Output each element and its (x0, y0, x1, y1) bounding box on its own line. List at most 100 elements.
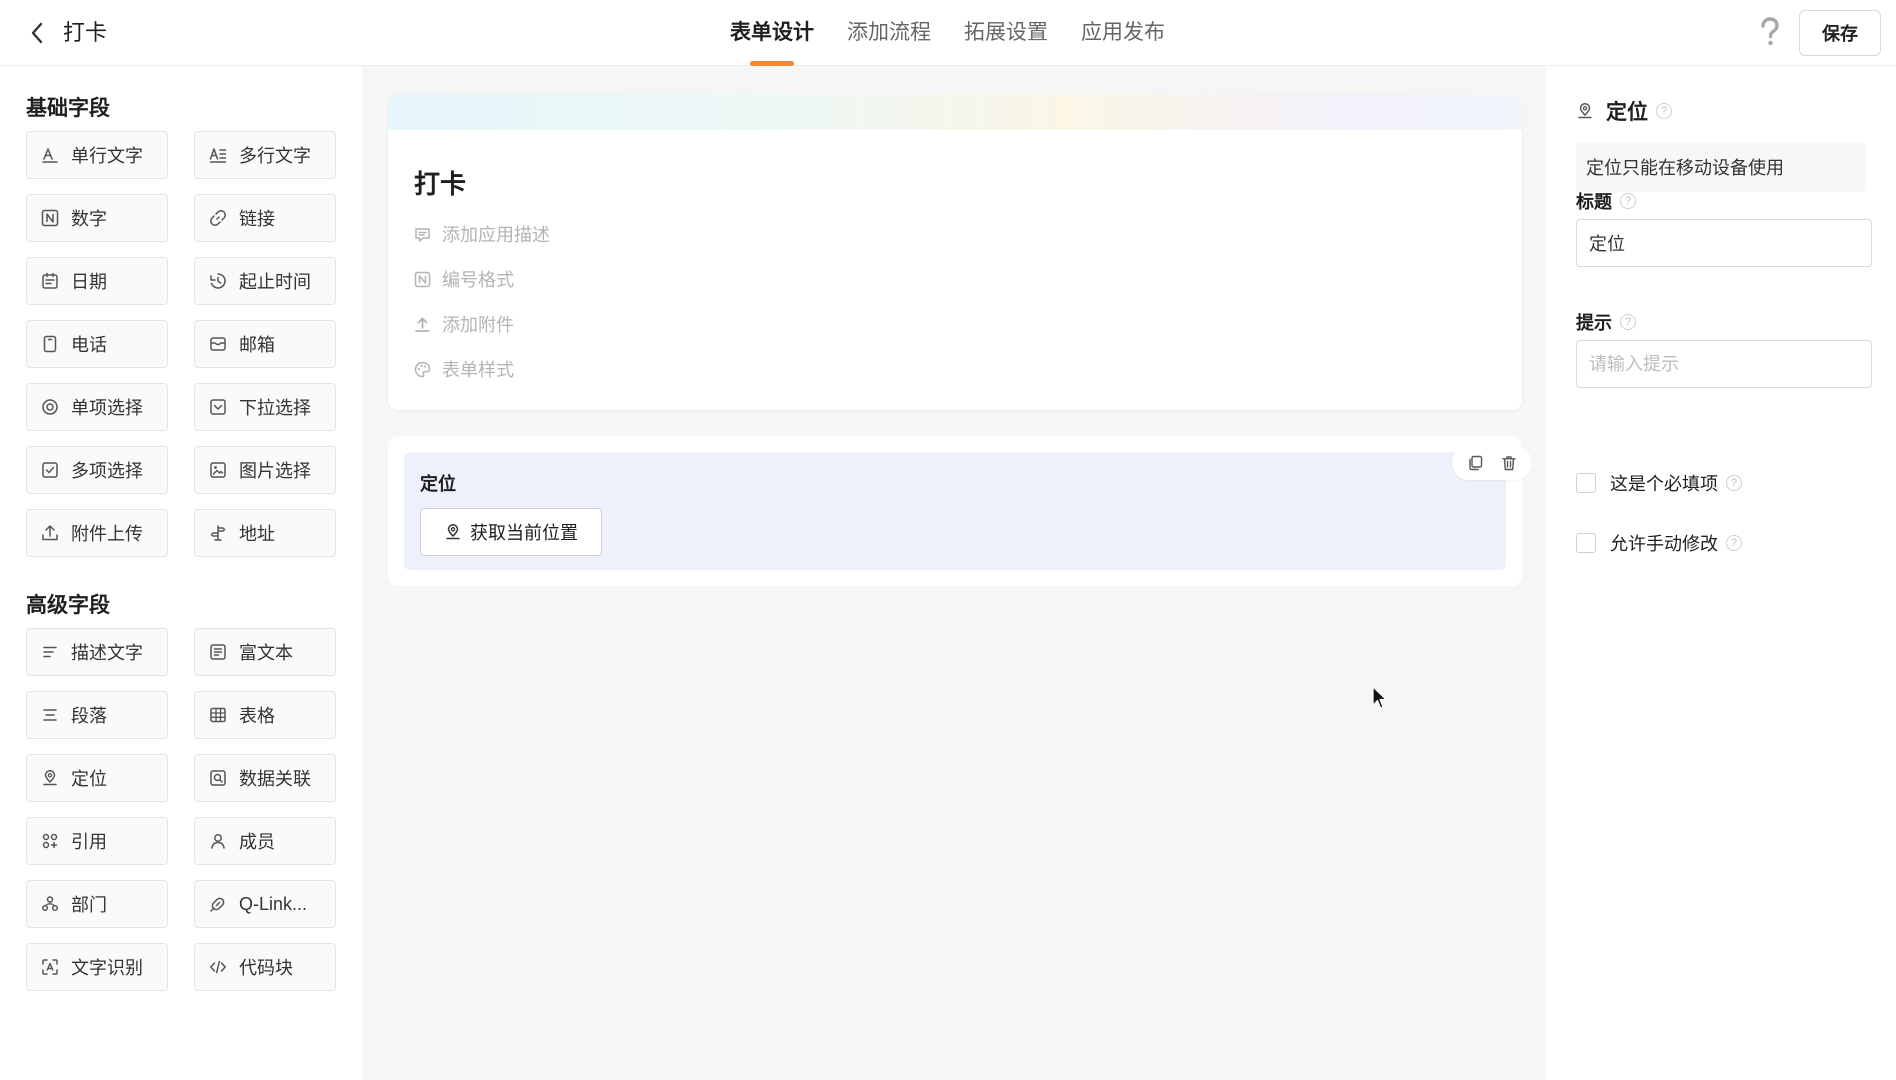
field-link[interactable]: 链接 (194, 194, 336, 242)
hint-input[interactable] (1576, 340, 1872, 388)
tab-publish[interactable]: 应用发布 (1081, 0, 1165, 66)
location-field-label: 定位 (420, 474, 456, 494)
back-arrow-icon[interactable] (22, 18, 52, 48)
required-label: 这是个必填项 (1610, 474, 1718, 494)
field-ocr[interactable]: 文字识别 (26, 943, 168, 991)
field-label: 文字识别 (71, 958, 143, 978)
department-icon (41, 896, 59, 912)
field-label: 多项选择 (71, 461, 143, 481)
field-email[interactable]: 邮箱 (194, 320, 336, 368)
required-checkbox-row[interactable]: 这是个必填项 ? (1576, 470, 1742, 496)
copy-icon[interactable] (1465, 453, 1485, 473)
help-circle-icon[interactable]: ? (1620, 193, 1636, 209)
field-data-link[interactable]: 数据关联 (194, 754, 336, 802)
number-format-link[interactable]: 编号格式 (414, 266, 514, 292)
save-button[interactable]: 保存 (1799, 10, 1881, 56)
dropdown-icon (210, 399, 226, 415)
hint-label: 提示 (1576, 313, 1612, 333)
get-location-label: 获取当前位置 (470, 523, 578, 543)
add-attachment-link[interactable]: 添加附件 (414, 311, 514, 337)
form-banner (388, 94, 1522, 130)
add-description-link[interactable]: 添加应用描述 (414, 221, 550, 247)
form-style-link[interactable]: 表单样式 (414, 356, 514, 382)
field-toolbar (1452, 446, 1532, 480)
description-icon (43, 646, 57, 658)
field-attachment-upload[interactable]: 附件上传 (26, 509, 168, 557)
field-label: 部门 (71, 895, 107, 915)
checkbox-icon (42, 462, 58, 478)
field-label: 引用 (71, 832, 107, 852)
field-label: 起止时间 (239, 272, 311, 292)
member-icon (211, 834, 225, 849)
field-image-choice[interactable]: 图片选择 (194, 446, 336, 494)
field-location[interactable]: 定位 (26, 754, 168, 802)
field-date[interactable]: 日期 (26, 257, 168, 305)
field-address[interactable]: 地址 (194, 509, 336, 557)
field-phone[interactable]: 电话 (26, 320, 168, 368)
field-palette: 基础字段 单行文字 多行文字 数字 链接 日期 起止时间 电话 邮箱 单项选择 … (0, 66, 362, 1080)
field-multi-choice[interactable]: 多项选择 (26, 446, 168, 494)
field-paragraph[interactable]: 段落 (26, 691, 168, 739)
field-table[interactable]: 表格 (194, 691, 336, 739)
link-icon (210, 210, 226, 226)
field-label: 下拉选择 (239, 398, 311, 418)
image-icon (210, 462, 226, 478)
location-pin-icon (446, 524, 460, 540)
field-label: 多行文字 (239, 146, 311, 166)
field-department[interactable]: 部门 (26, 880, 168, 928)
manual-edit-checkbox[interactable] (1576, 533, 1596, 553)
field-rich-text[interactable]: 富文本 (194, 628, 336, 676)
properties-panel: 定位 ? 定位只能在移动设备使用 标题 ? 提示 ? 这是个必填项 ? 允许手动… (1546, 66, 1896, 1080)
field-member[interactable]: 成员 (194, 817, 336, 865)
number-icon (41, 209, 59, 227)
field-code-block[interactable]: 代码块 (194, 943, 336, 991)
manual-edit-checkbox-row[interactable]: 允许手动修改 ? (1576, 530, 1742, 556)
meta-label: 编号格式 (442, 270, 514, 290)
tab-add-workflow[interactable]: 添加流程 (847, 0, 931, 66)
help-circle-icon[interactable]: ? (1656, 103, 1672, 119)
help-circle-icon[interactable]: ? (1726, 475, 1742, 491)
form-fields-card: 定位 获取当前位置 (388, 436, 1532, 586)
title-input[interactable] (1576, 219, 1872, 267)
field-time-range[interactable]: 起止时间 (194, 257, 336, 305)
question-icon[interactable] (1756, 14, 1784, 50)
field-label: 邮箱 (239, 335, 275, 355)
data-link-icon (210, 770, 226, 786)
app-title: 打卡 (63, 20, 108, 45)
field-description-text[interactable]: 描述文字 (26, 628, 168, 676)
title-label: 标题 (1576, 192, 1612, 212)
location-pin-icon (43, 770, 57, 786)
palette-icon (414, 361, 431, 377)
phone-icon (43, 335, 57, 353)
field-dropdown[interactable]: 下拉选择 (194, 383, 336, 431)
tab-bar: 表单设计 添加流程 拓展设置 应用发布 (730, 0, 1198, 66)
field-single-line-text[interactable]: 单行文字 (26, 131, 168, 179)
calendar-icon (42, 272, 58, 289)
advanced-fields-grid: 描述文字 富文本 段落 表格 定位 数据关联 引用 成员 部门 Q-Link..… (26, 628, 336, 991)
properties-header: 定位 ? (1576, 96, 1672, 126)
multi-line-text-icon (209, 148, 227, 163)
field-label: 地址 (239, 524, 275, 544)
get-current-location-button[interactable]: 获取当前位置 (420, 508, 602, 556)
upload-icon (42, 525, 58, 541)
trash-icon[interactable] (1499, 453, 1519, 473)
paragraph-icon (43, 709, 57, 721)
field-reference[interactable]: 引用 (26, 817, 168, 865)
single-line-text-icon (42, 148, 58, 163)
field-label: 富文本 (239, 643, 293, 663)
field-label: Q-Link... (239, 893, 308, 914)
tab-extension-settings[interactable]: 拓展设置 (964, 0, 1048, 66)
location-field-selected[interactable]: 定位 获取当前位置 (404, 446, 1532, 570)
meta-label: 表单样式 (442, 360, 514, 380)
field-q-link[interactable]: Q-Link... (194, 880, 336, 928)
tab-form-design[interactable]: 表单设计 (730, 0, 814, 66)
number-format-icon (414, 271, 431, 287)
field-label: 表格 (239, 706, 275, 726)
field-number[interactable]: 数字 (26, 194, 168, 242)
field-single-choice[interactable]: 单项选择 (26, 383, 168, 431)
help-circle-icon[interactable]: ? (1620, 314, 1636, 330)
field-multi-line-text[interactable]: 多行文字 (194, 131, 336, 179)
form-title[interactable]: 打卡 (414, 164, 466, 201)
required-checkbox[interactable] (1576, 473, 1596, 493)
help-circle-icon[interactable]: ? (1726, 535, 1742, 551)
